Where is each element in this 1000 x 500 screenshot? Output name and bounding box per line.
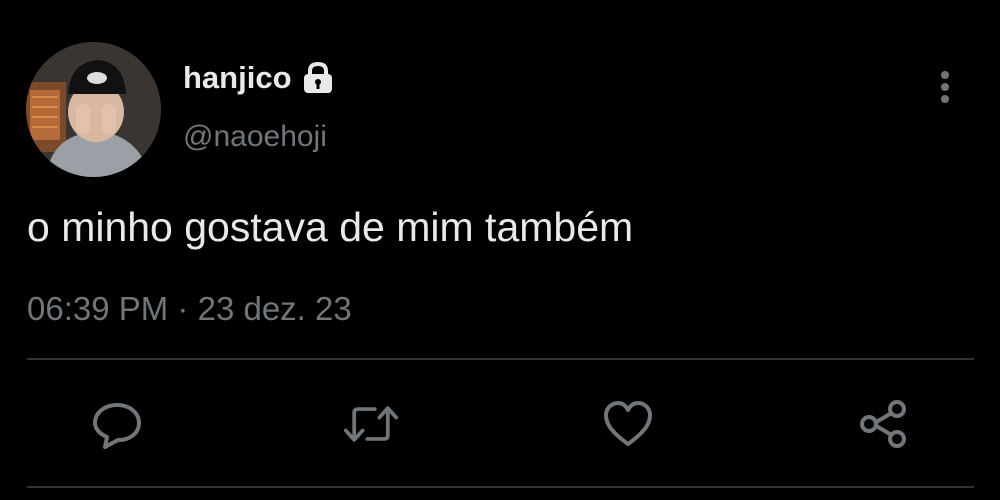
like-button[interactable] bbox=[600, 398, 656, 450]
meta-separator: · bbox=[177, 290, 189, 327]
divider bbox=[27, 486, 974, 488]
reply-button[interactable] bbox=[89, 398, 145, 450]
more-options-button[interactable] bbox=[929, 68, 961, 106]
tweet-time[interactable]: 06:39 PM bbox=[27, 290, 168, 327]
tweet-text: o minho gostava de mim também bbox=[27, 204, 634, 250]
reply-icon bbox=[93, 403, 141, 449]
author-name-row[interactable]: hanjico bbox=[183, 60, 336, 96]
avatar-image bbox=[26, 42, 161, 177]
avatar[interactable] bbox=[26, 42, 161, 177]
more-vertical-icon bbox=[941, 71, 949, 103]
lock-icon bbox=[300, 61, 336, 95]
tweet-meta: 06:39 PM · 23 dez. 23 bbox=[27, 290, 352, 328]
share-icon bbox=[860, 400, 906, 448]
heart-icon bbox=[604, 401, 652, 446]
share-button[interactable] bbox=[855, 398, 911, 450]
username[interactable]: @naoehoji bbox=[183, 120, 327, 154]
display-name[interactable]: hanjico bbox=[183, 60, 292, 96]
divider bbox=[27, 358, 974, 360]
retweet-button[interactable] bbox=[343, 398, 399, 450]
tweet-date[interactable]: 23 dez. 23 bbox=[198, 290, 352, 327]
retweet-icon bbox=[343, 406, 399, 442]
